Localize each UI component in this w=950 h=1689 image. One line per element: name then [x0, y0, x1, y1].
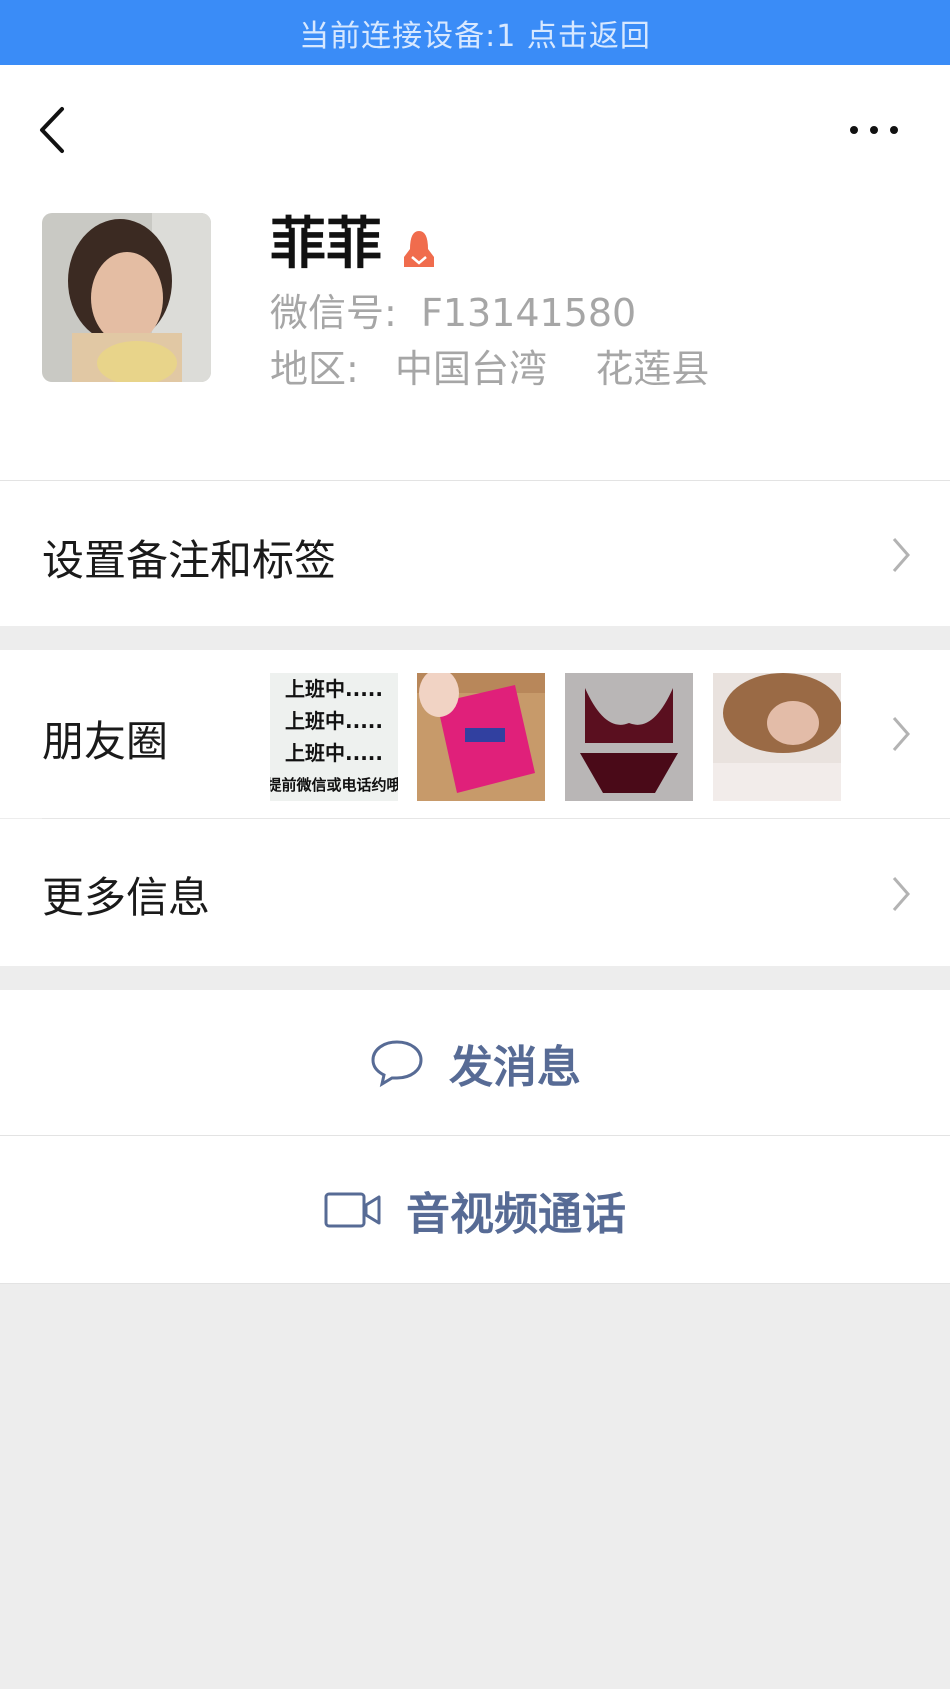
wechat-id: 微信号: F13141580: [270, 291, 637, 335]
row-label: 更多信息: [42, 873, 211, 922]
chevron-right-icon: [892, 877, 910, 911]
female-icon: [398, 227, 440, 269]
moments-thumbnail: 上班中..... 上班中..... 上班中..... 提前微信或电话约哦: [270, 673, 398, 801]
video-camera-icon: [324, 1192, 381, 1227]
moments-thumbnail: [713, 673, 841, 801]
moments-thumbnail: [565, 673, 693, 801]
top-nav-bar: [0, 65, 950, 195]
profile-header: 菲菲 微信号: F13141580 地区: 中国台湾 花莲县: [0, 195, 950, 480]
moments-row[interactable]: 朋友圈 上班中..... 上班中..... 上班中..... 提前微信或电话约哦: [0, 650, 950, 818]
thumb-text-line: 提前微信或电话约哦: [270, 776, 398, 794]
divider: [0, 1283, 950, 1284]
more-info-row[interactable]: 更多信息: [0, 819, 950, 966]
banner-text: 当前连接设备:1 点击返回: [299, 18, 651, 54]
more-button[interactable]: [844, 110, 904, 150]
send-message-button[interactable]: 发消息: [0, 990, 950, 1135]
connected-device-banner[interactable]: 当前连接设备:1 点击返回: [0, 0, 950, 65]
send-message-label: 发消息: [449, 1041, 581, 1093]
row-label: 朋友圈: [42, 717, 169, 766]
video-call-button[interactable]: 音视频通话: [0, 1136, 950, 1283]
chevron-right-icon: [892, 717, 910, 751]
video-call-label: 音视频通话: [406, 1188, 626, 1240]
more-dots-icon: [850, 126, 898, 134]
profile-name: 菲菲: [270, 212, 382, 277]
thumb-text-line: 上班中.....: [285, 677, 383, 701]
chevron-right-icon: [892, 538, 910, 572]
set-remark-and-tags-row[interactable]: 设置备注和标签: [0, 481, 950, 626]
thumb-text-line: 上班中.....: [285, 741, 383, 765]
chat-bubble-icon: [371, 1039, 423, 1087]
chevron-left-icon: [40, 107, 64, 153]
moments-thumbnail: [417, 673, 545, 801]
back-button[interactable]: [34, 105, 74, 155]
row-label: 设置备注和标签: [42, 536, 337, 585]
region: 地区: 中国台湾 花莲县: [270, 347, 710, 391]
thumb-text-line: 上班中.....: [285, 709, 383, 733]
avatar[interactable]: [42, 213, 211, 382]
